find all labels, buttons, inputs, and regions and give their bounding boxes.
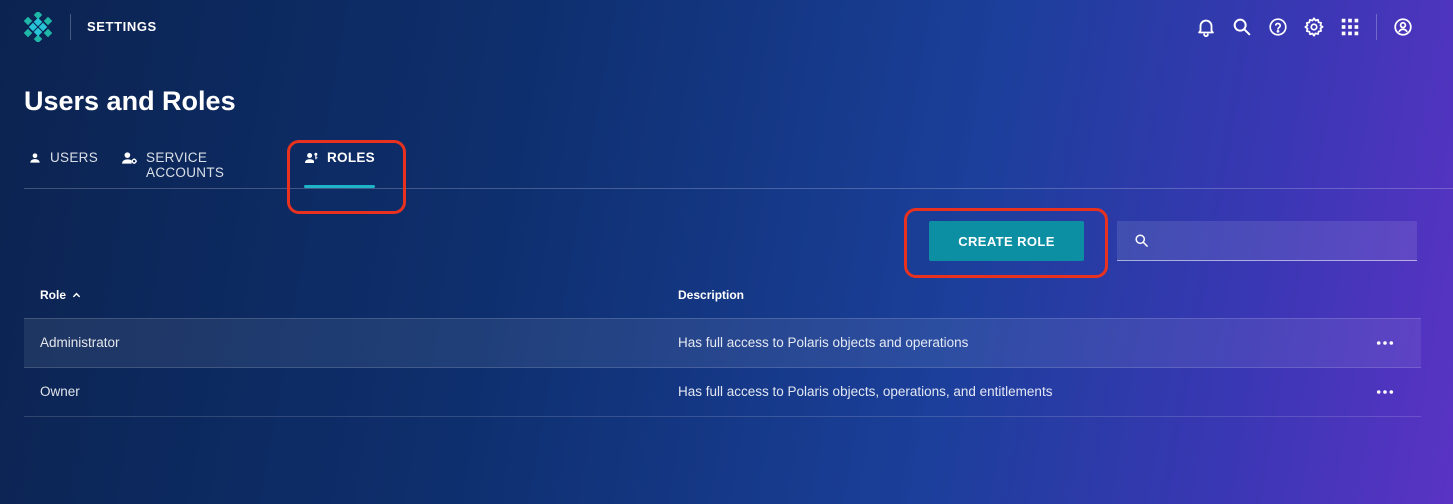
top-bar: SETTINGS [0, 0, 1453, 56]
tab-users-label: USERS [49, 150, 98, 165]
app-title: SETTINGS [87, 19, 157, 34]
user-profile-icon[interactable] [1391, 15, 1415, 39]
user-icon [30, 153, 40, 163]
sort-ascending-icon [72, 292, 81, 297]
create-role-button[interactable]: CREATE ROLE [929, 221, 1084, 261]
more-actions-icon[interactable] [1370, 333, 1400, 353]
header-divider [70, 14, 71, 40]
table-row[interactable]: Administrator Has full access to Polaris… [24, 319, 1421, 368]
help-icon[interactable] [1266, 15, 1290, 39]
tab-service-accounts-label: SERVICE ACCOUNTS [146, 150, 225, 180]
search-icon[interactable] [1230, 15, 1254, 39]
search-icon [1135, 234, 1148, 247]
table-header: Role Description [24, 270, 1421, 319]
polaris-logo-icon[interactable] [23, 10, 53, 44]
roles-table: Role Description Administrator Has full … [24, 270, 1421, 417]
service-account-icon [122, 152, 137, 165]
tab-roles[interactable]: ROLES [304, 150, 375, 188]
tab-users[interactable]: USERS [28, 150, 98, 188]
column-header-description[interactable]: Description [678, 288, 744, 302]
search-field[interactable] [1117, 221, 1417, 261]
roles-icon [304, 152, 318, 163]
role-name: Administrator [40, 335, 120, 350]
more-actions-icon[interactable] [1370, 382, 1400, 402]
role-description: Has full access to Polaris objects and o… [678, 335, 969, 350]
role-description: Has full access to Polaris objects, oper… [678, 384, 1053, 399]
tab-service-accounts[interactable]: SERVICE ACCOUNTS [121, 150, 281, 188]
apps-grid-icon[interactable] [1338, 15, 1362, 39]
role-name: Owner [40, 384, 80, 399]
column-header-role[interactable]: Role [40, 288, 81, 302]
column-header-role-label: Role [40, 288, 67, 302]
bell-icon[interactable] [1194, 15, 1218, 39]
search-input[interactable] [1161, 221, 1415, 261]
header-divider-right [1376, 14, 1377, 40]
table-row[interactable]: Owner Has full access to Polaris objects… [24, 368, 1421, 417]
tab-roles-label: ROLES [326, 150, 375, 165]
tabs-divider [24, 188, 1453, 189]
gear-icon[interactable] [1302, 15, 1326, 39]
page-title: Users and Roles [24, 86, 236, 116]
